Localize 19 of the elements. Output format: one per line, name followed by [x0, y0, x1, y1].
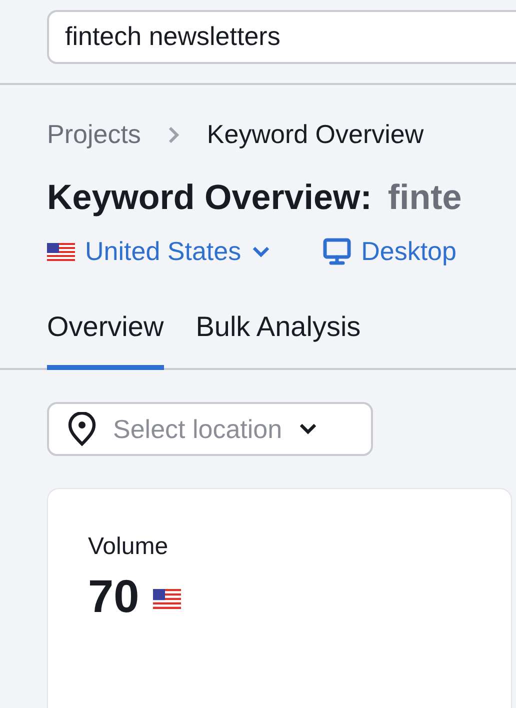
flag-icon	[153, 589, 182, 609]
page-title: Keyword Overview:	[47, 178, 372, 218]
volume-label: Volume	[88, 533, 170, 561]
breadcrumb-current: Keyword Overview	[206, 119, 424, 150]
country-selector[interactable]: United States	[85, 236, 242, 267]
device-selector[interactable]: Desktop	[361, 236, 456, 267]
location-select[interactable]: Select location	[47, 402, 373, 456]
volume-value: 70	[88, 569, 140, 623]
chevron-down-icon	[298, 422, 318, 436]
monitor-icon	[323, 238, 352, 266]
tab[interactable]: Overview	[47, 311, 164, 370]
flag-icon	[47, 242, 75, 260]
tab[interactable]: Bulk Analysis	[196, 311, 361, 370]
keyword-title: finte	[388, 178, 462, 218]
chevron-right-icon	[166, 124, 181, 144]
search-field[interactable]: fintech newsletters	[47, 10, 516, 64]
breadcrumb-link[interactable]: Projects	[47, 119, 141, 150]
location-pin-icon	[67, 412, 97, 446]
chevron-down-icon	[251, 244, 272, 258]
